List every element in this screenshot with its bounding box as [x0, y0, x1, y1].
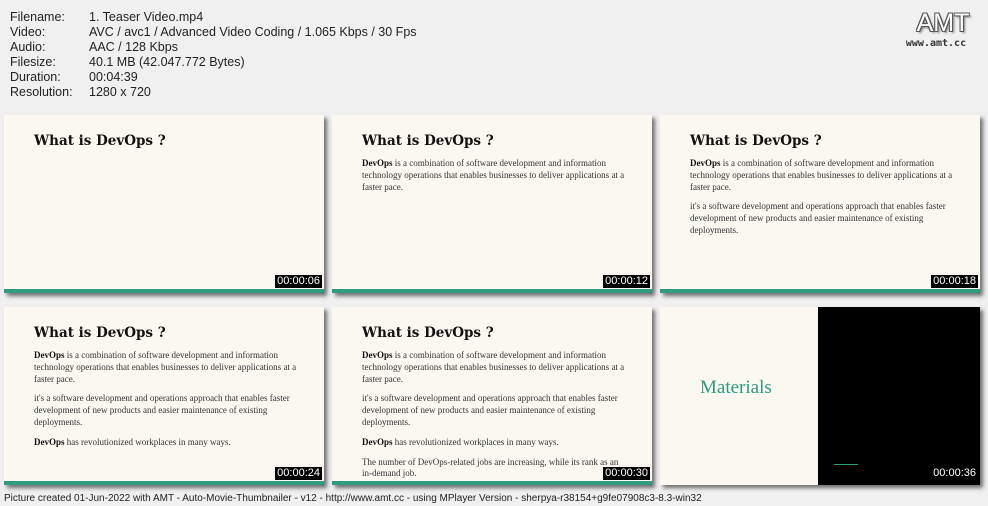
file-info: Filename: 1. Teaser Video.mp4 Video: AVC /… — [10, 10, 417, 100]
slide-body: DevOps is a combination of software deve… — [362, 158, 630, 201]
logo-text: AMT — [916, 9, 970, 37]
progress-bar — [332, 481, 652, 485]
materials-title: Materials — [700, 377, 772, 398]
filesize-row: Filesize: 40.1 MB (42.047.772 Bytes) — [10, 55, 417, 70]
audio-row: Audio: AAC / 128 Kbps — [10, 40, 417, 55]
video-value: AVC / avc1 / Advanced Video Coding / 1.0… — [89, 25, 417, 39]
paragraph-text: The number of DevOps-related jobs are in… — [362, 456, 619, 479]
paragraph-text: is a combination of software development… — [362, 350, 625, 384]
bold-term: DevOps — [34, 436, 65, 447]
thumbnail-1[interactable]: What is DevOps ? 00:00:06 — [4, 115, 324, 293]
accent-line — [834, 464, 858, 465]
paragraph-1: DevOps is a combination of software deve… — [34, 350, 302, 385]
paragraph-1: DevOps is a combination of software deve… — [690, 158, 958, 193]
thumbnail-3[interactable]: What is DevOps ? DevOps is a combination… — [660, 115, 980, 293]
timestamp: 00:00:18 — [931, 275, 978, 288]
slide-body: DevOps is a combination of software deve… — [690, 158, 958, 245]
paragraph-text: has revolutionized workplaces in many wa… — [64, 436, 231, 447]
filesize-value: 40.1 MB (42.047.772 Bytes) — [89, 55, 245, 69]
paragraph-2: it's a software development and operatio… — [34, 393, 302, 428]
resolution-row: Resolution: 1280 x 720 — [10, 85, 417, 100]
logo-url: www.amt.cc — [905, 38, 967, 49]
black-panel — [818, 307, 980, 485]
paragraph-1: DevOps is a combination of software deve… — [362, 350, 630, 385]
duration-value: 00:04:39 — [89, 70, 138, 84]
slide-title: What is DevOps ? — [690, 133, 822, 149]
paragraph-text: is a combination of software development… — [34, 350, 297, 384]
progress-bar — [4, 289, 324, 293]
timestamp: 00:00:06 — [275, 275, 322, 288]
bold-term: DevOps — [690, 158, 721, 168]
duration-label: Duration: — [10, 70, 61, 84]
timestamp: 00:00:24 — [275, 467, 322, 480]
paragraph-2: it's a software development and operatio… — [690, 201, 958, 236]
slide-title: What is DevOps ? — [34, 133, 166, 149]
resolution-label: Resolution: — [10, 85, 73, 99]
resolution-value: 1280 x 720 — [89, 85, 151, 99]
footer-text: Picture created 01-Jun-2022 with AMT - A… — [4, 493, 702, 504]
video-label: Video: — [10, 25, 46, 39]
slide-title: What is DevOps ? — [34, 325, 166, 341]
filename-label: Filename: — [10, 10, 65, 24]
paragraph-text: it's a software development and operatio… — [34, 393, 290, 427]
filename-row: Filename: 1. Teaser Video.mp4 — [10, 10, 417, 25]
timestamp: 00:00:36 — [931, 467, 978, 480]
audio-label: Audio: — [10, 40, 46, 54]
paragraph-text: is a combination of software development… — [362, 158, 625, 192]
amt-logo: AMT www.amt.cc — [906, 9, 974, 49]
slide-title: What is DevOps ? — [362, 133, 494, 149]
thumbnail-5[interactable]: What is DevOps ? DevOps is a combination… — [332, 307, 652, 485]
filesize-label: Filesize: — [10, 55, 56, 69]
timestamp: 00:00:12 — [603, 275, 650, 288]
thumbnail-6[interactable]: Materials 00:00:36 — [660, 307, 980, 485]
timestamp: 00:00:30 — [603, 467, 650, 480]
bold-term: DevOps — [362, 350, 393, 360]
slide-body: DevOps is a combination of software deve… — [34, 350, 302, 457]
duration-row: Duration: 00:04:39 — [10, 70, 417, 85]
paragraph-2: it's a software development and operatio… — [362, 393, 630, 428]
paragraph-text: it's a software development and operatio… — [362, 393, 618, 427]
filename-value: 1. Teaser Video.mp4 — [89, 10, 204, 24]
audio-value: AAC / 128 Kbps — [89, 40, 178, 54]
paragraph-text: has revolutionized workplaces in many wa… — [392, 436, 559, 447]
paragraph-3: DevOps has revolutionized workplaces in … — [362, 437, 630, 449]
bold-term: DevOps — [362, 158, 393, 168]
slide-body: DevOps is a combination of software deve… — [362, 350, 630, 485]
slide-title: What is DevOps ? — [362, 325, 494, 341]
thumbnail-2[interactable]: What is DevOps ? DevOps is a combination… — [332, 115, 652, 293]
paragraph-text: it's a software development and operatio… — [690, 201, 946, 235]
video-row: Video: AVC / avc1 / Advanced Video Coding… — [10, 25, 417, 40]
paragraph-text: is a combination of software development… — [690, 158, 953, 192]
thumbnail-4[interactable]: What is DevOps ? DevOps is a combination… — [4, 307, 324, 485]
progress-bar — [4, 481, 324, 485]
bold-term: DevOps — [34, 350, 65, 360]
bold-term: DevOps — [362, 436, 393, 447]
paragraph-1: DevOps is a combination of software deve… — [362, 158, 630, 193]
paragraph-4: The number of DevOps-related jobs are in… — [362, 457, 630, 481]
progress-bar — [332, 289, 652, 293]
progress-bar — [660, 289, 980, 293]
paragraph-3: DevOps has revolutionized workplaces in … — [34, 437, 302, 449]
